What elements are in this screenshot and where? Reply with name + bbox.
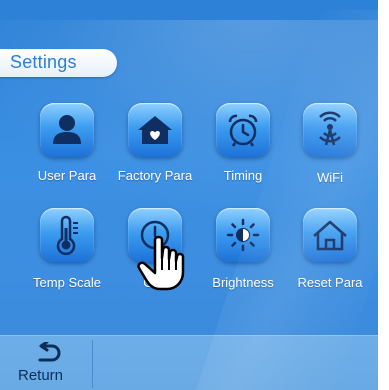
timing-button[interactable]	[216, 103, 270, 157]
user-icon	[53, 115, 81, 144]
timing-label: Timing	[223, 168, 263, 183]
thermometer-icon	[56, 215, 78, 256]
user-para-button[interactable]	[40, 103, 94, 157]
page-title: Settings	[10, 52, 77, 72]
wifi-antenna-icon	[319, 111, 341, 146]
sun-icon	[226, 218, 260, 252]
return-button[interactable]: Return	[16, 340, 76, 388]
status-strip	[0, 0, 378, 20]
reset-para-button[interactable]	[303, 208, 357, 262]
bottom-divider	[92, 340, 93, 388]
return-arrow-icon	[38, 342, 61, 362]
factory-para-label: Factory Para	[117, 168, 193, 183]
temp-scale-label: Temp Scale	[33, 275, 101, 290]
wifi-button[interactable]	[303, 103, 357, 157]
reset-para-label: Reset Para	[297, 275, 363, 290]
wifi-label: WiFi	[317, 170, 343, 185]
hand-pointer-icon	[137, 235, 185, 291]
settings-title-tab: Settings	[0, 49, 117, 77]
brightness-button[interactable]	[216, 208, 270, 262]
settings-screen: Settings User Para Factory Para Timing W…	[0, 0, 378, 390]
temp-scale-button[interactable]	[40, 208, 94, 262]
home-icon	[313, 220, 347, 251]
return-label: Return	[18, 367, 64, 384]
factory-para-button[interactable]	[128, 103, 182, 157]
alarm-clock-icon	[228, 114, 258, 147]
house-heart-icon	[138, 116, 172, 144]
user-para-label: User Para	[37, 168, 97, 183]
brightness-label: Brightness	[212, 275, 274, 290]
